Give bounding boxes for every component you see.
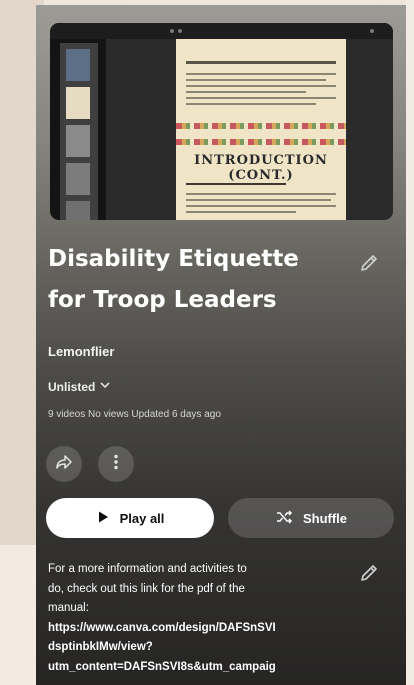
pencil-icon[interactable] (358, 562, 380, 584)
document-text-line (186, 91, 306, 93)
privacy-dropdown[interactable]: Unlisted (48, 379, 111, 394)
privacy-label: Unlisted (48, 379, 96, 394)
share-icon (54, 452, 74, 477)
playlist-title-line: Disability Etiquette (48, 246, 299, 272)
window-dot (370, 29, 374, 33)
document-text-line (186, 103, 316, 105)
page-thumb (66, 163, 90, 195)
description-link[interactable]: utm_content=DAFSnSVI8s&utm_campaig (48, 658, 348, 678)
description-text: do, check out this link for the pdf of t… (48, 582, 245, 595)
floral-border (176, 139, 346, 145)
document-page: INTRODUCTION (CONT.) (176, 39, 346, 220)
description-text: manual: (48, 602, 89, 614)
floral-border (176, 123, 346, 129)
thumbnail-window-bar (50, 23, 393, 39)
play-icon (96, 510, 110, 527)
document-text-line (186, 61, 336, 64)
document-text-line (186, 205, 336, 207)
play-all-button[interactable]: Play all (46, 498, 214, 538)
playlist-title: Disability Etiquette for Troop Leaders (48, 239, 348, 321)
document-text-line (186, 193, 336, 195)
more-options-button[interactable] (98, 446, 134, 482)
description-text: For a more information and activities to (48, 563, 247, 575)
page-thumb (66, 87, 90, 119)
window-dot (170, 29, 174, 33)
document-text-line (186, 85, 336, 87)
document-text-line (186, 73, 336, 75)
description-link[interactable]: https://www.canva.com/design/DAFSnSVI (48, 619, 348, 639)
playlist-title-line: for Troop Leaders (48, 287, 277, 313)
background-right (405, 0, 414, 684)
document-text-line (186, 199, 331, 201)
playlist-meta: 9 videos No views Updated 6 days ago (48, 409, 221, 420)
document-heading: INTRODUCTION (CONT.) (194, 153, 328, 183)
document-text-line (186, 79, 326, 81)
playlist-owner[interactable]: Lemonflier (48, 344, 114, 359)
share-button[interactable] (46, 446, 82, 482)
page-thumb (66, 125, 90, 157)
page-thumb (66, 201, 90, 220)
pencil-icon[interactable] (358, 252, 380, 274)
shuffle-icon (275, 508, 293, 529)
playlist-description[interactable]: For a more information and activities to… (48, 560, 348, 677)
page-thumb (66, 49, 90, 81)
description-link[interactable]: dsptinbkIMw/view? (48, 638, 348, 658)
playlist-header-panel: INTRODUCTION (CONT.) Disability Etiquett… (36, 5, 406, 685)
document-text-line (186, 211, 296, 213)
window-dot (178, 29, 182, 33)
chevron-down-icon (99, 379, 111, 394)
play-all-label: Play all (119, 510, 165, 526)
page-sidebar (60, 43, 98, 220)
document-text-line (186, 183, 286, 185)
document-text-line (186, 97, 336, 99)
shuffle-label: Shuffle (302, 510, 348, 526)
shuffle-button[interactable]: Shuffle (228, 498, 394, 538)
playlist-thumbnail[interactable]: INTRODUCTION (CONT.) (50, 23, 393, 220)
more-vert-icon (106, 452, 126, 477)
